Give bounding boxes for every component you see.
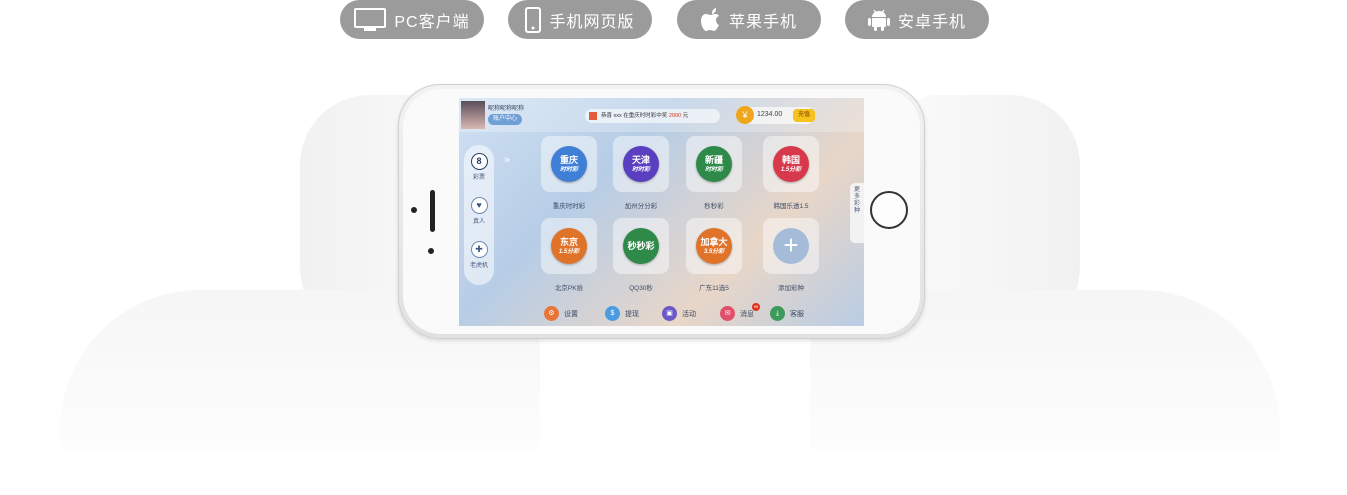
user-avatar[interactable]	[461, 101, 485, 129]
yuan-coin-icon: ¥	[736, 106, 754, 124]
pc-client-label: PC客户端	[394, 13, 470, 31]
download-icon: ⤓	[770, 306, 785, 321]
marquee-amount: 2000	[668, 113, 682, 119]
game-tile-bg: 秒秒彩	[613, 218, 669, 274]
category-sidebar: 8 彩票 ♥ 真人 ✚ 老虎机	[464, 145, 494, 285]
game-name: QQ30秒	[629, 285, 653, 292]
settings-button[interactable]: ⚙ 设置	[544, 306, 578, 321]
heart-icon: ♥	[470, 197, 488, 214]
more-games-tab[interactable]: 更多彩种	[850, 183, 864, 243]
withdraw-label: 提现	[625, 310, 639, 318]
more-games-label: 更多彩种	[853, 187, 860, 214]
service-label: 客服	[790, 310, 804, 318]
mobile-web-button[interactable]: 手机网页版	[508, 0, 652, 39]
gift-icon: ▣	[662, 306, 677, 321]
balance-value: 1234.00	[757, 111, 783, 118]
game-tile[interactable]: 重庆 时时彩 重庆时时彩	[537, 136, 601, 210]
lottery-8-icon: 8	[470, 153, 488, 170]
platform-switcher: PC客户端 手机网页版 苹果手机 安卓手机	[0, 0, 1347, 40]
game-tile-bg: +	[763, 218, 819, 274]
gift-icon	[589, 111, 597, 120]
phone-sensor	[428, 248, 434, 254]
app-bottom-bar: ⚙ 设置 $ 提现 ▣ 活动 ✉ 99 消息 ⤓ 客服	[459, 303, 864, 326]
marquee-text: 恭喜 xxx 在重庆时时彩中奖	[601, 113, 668, 119]
iphone-label: 苹果手机	[728, 13, 797, 31]
game-ball-icon: 新疆 时时彩	[696, 146, 732, 182]
withdraw-button[interactable]: $ 提现	[605, 306, 639, 321]
game-tile[interactable]: 天津 时时彩 加州分分彩	[609, 136, 673, 210]
sidebar-label-lottery: 彩票	[472, 175, 485, 181]
service-button[interactable]: ⤓ 客服	[770, 306, 804, 321]
activity-button[interactable]: ▣ 活动	[662, 306, 696, 321]
app-screen: 昵称昵称昵称 账户中心 恭喜 xxx 在重庆时时彩中奖 2000 元 ¥ 123…	[459, 98, 864, 326]
dollar-icon: $	[605, 306, 620, 321]
double-chevron-right-icon: »	[504, 154, 511, 166]
phone-speaker	[430, 190, 435, 232]
smartphone-icon	[525, 6, 542, 33]
game-name: 北京PK拾	[554, 285, 584, 292]
game-ball-icon: 加拿大 3.5分彩	[696, 228, 732, 264]
iphone-button[interactable]: 苹果手机	[677, 0, 821, 39]
android-button[interactable]: 安卓手机	[845, 0, 989, 39]
sidebar-label-slots: 老虎机	[469, 263, 488, 269]
balance-box: ¥ 1234.00 充值	[736, 106, 815, 124]
android-label: 安卓手机	[897, 13, 966, 31]
game-ball-icon: 天津 时时彩	[623, 146, 659, 182]
marquee-unit: 元	[682, 113, 689, 119]
sidebar-item-live[interactable]: ♥ 真人	[464, 197, 494, 225]
phone-camera	[411, 207, 417, 213]
game-ball-icon: 东京 1.5分彩	[551, 228, 587, 264]
game-name: 广东11选5	[699, 285, 729, 292]
game-tile[interactable]: 韩国 1.5分彩 韩国乐透1.5	[759, 136, 823, 210]
game-tile-bg: 东京 1.5分彩	[541, 218, 597, 274]
phone-home-button	[870, 191, 908, 229]
activity-label: 活动	[682, 310, 696, 318]
plus-icon: +	[773, 228, 809, 264]
add-game-tile[interactable]: + 添加彩种	[759, 218, 823, 292]
mobile-web-label: 手机网页版	[549, 13, 635, 31]
sidebar-label-live: 真人	[472, 219, 485, 225]
messages-button[interactable]: ✉ 99 消息	[720, 303, 760, 321]
messages-label: 消息	[740, 310, 754, 318]
add-game-name: 添加彩种	[778, 285, 804, 292]
sidebar-item-lottery[interactable]: 8 彩票	[464, 153, 494, 181]
game-name: 重庆时时彩	[552, 203, 586, 210]
android-icon	[867, 8, 890, 32]
settings-label: 设置	[564, 310, 578, 318]
game-ball-icon: 秒秒彩	[623, 228, 659, 264]
game-tile-bg: 重庆 时时彩	[541, 136, 597, 192]
sidebar-item-slots[interactable]: ✚ 老虎机	[464, 241, 494, 269]
app-top-bar: 昵称昵称昵称 账户中心 恭喜 xxx 在重庆时时彩中奖 2000 元 ¥ 123…	[459, 98, 864, 132]
monitor-icon	[354, 7, 387, 32]
user-center-button[interactable]: 账户中心	[488, 114, 522, 125]
game-tile[interactable]: 秒秒彩 QQ30秒	[609, 218, 673, 292]
winner-marquee: 恭喜 xxx 在重庆时时彩中奖 2000 元	[585, 109, 720, 123]
pc-client-button[interactable]: PC客户端	[340, 0, 484, 39]
game-name: 韩国乐透1.5	[773, 203, 809, 210]
game-tile[interactable]: 新疆 时时彩 秒秒彩	[682, 136, 746, 210]
game-tile-bg: 韩国 1.5分彩	[763, 136, 819, 192]
recharge-button[interactable]: 充值	[793, 109, 815, 122]
game-ball-icon: 韩国 1.5分彩	[773, 146, 809, 182]
user-nickname: 昵称昵称昵称	[488, 106, 525, 112]
game-tile-bg: 天津 时时彩	[613, 136, 669, 192]
game-tile-bg: 加拿大 3.5分彩	[686, 218, 742, 274]
apple-icon	[700, 7, 721, 32]
game-name: 加州分分彩	[624, 203, 658, 210]
game-tile[interactable]: 东京 1.5分彩 北京PK拾	[537, 218, 601, 292]
game-tile-bg: 新疆 时时彩	[686, 136, 742, 192]
game-name: 秒秒彩	[704, 203, 724, 210]
game-tile[interactable]: 加拿大 3.5分彩 广东11选5	[682, 218, 746, 292]
game-ball-icon: 重庆 时时彩	[551, 146, 587, 182]
mail-icon: ✉ 99	[720, 303, 760, 321]
message-badge: 99	[752, 303, 760, 311]
gamepad-icon: ✚	[470, 241, 488, 258]
gear-icon: ⚙	[544, 306, 559, 321]
